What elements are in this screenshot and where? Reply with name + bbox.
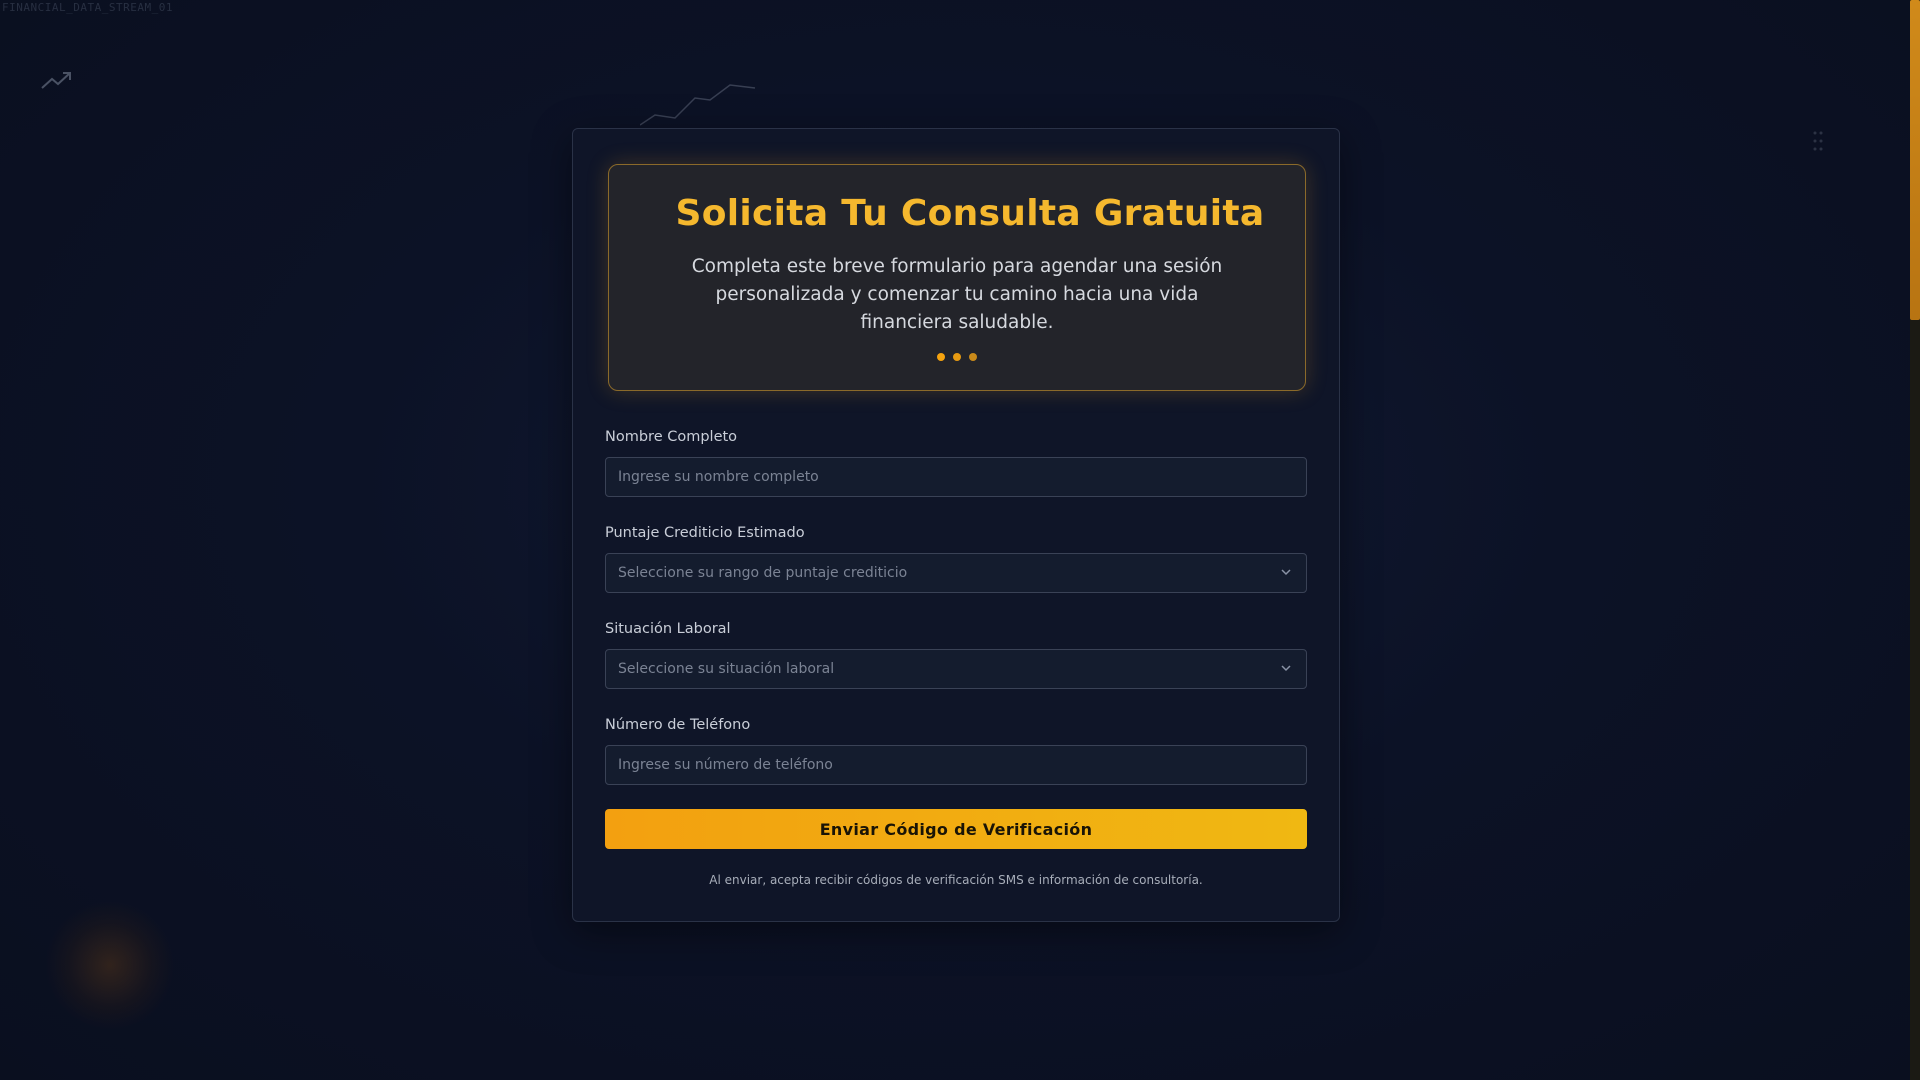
- hero-subtitle: Completa este breve formulario para agen…: [691, 256, 1223, 333]
- hero-title: Solicita Tu Consulta Gratuita: [675, 193, 1265, 234]
- background-chart-line-icon: [640, 84, 756, 126]
- full-name-input[interactable]: [606, 458, 1306, 496]
- background-glow: [45, 900, 175, 1030]
- background-dots-icon: [1813, 131, 1823, 151]
- scrollbar-thumb[interactable]: [1910, 0, 1920, 320]
- consent-disclaimer: Al enviar, acepta recibir códigos de ver…: [709, 873, 1203, 887]
- trending-up-icon: [41, 72, 71, 89]
- chevron-down-icon: [1281, 665, 1291, 672]
- employment-select[interactable]: Seleccione su situación laboral: [605, 649, 1307, 689]
- phone-field-wrapper: [605, 745, 1307, 785]
- credit-score-selected: Seleccione su rango de puntaje creditici…: [618, 565, 908, 581]
- hero-dot: [937, 353, 945, 361]
- name-field-wrapper: [605, 457, 1307, 497]
- phone-label: Número de Teléfono: [605, 717, 751, 733]
- hero-dot: [953, 353, 961, 361]
- phone-input[interactable]: [606, 746, 1306, 784]
- hero-dots: [609, 353, 1305, 361]
- credit-score-label: Puntaje Crediticio Estimado: [605, 525, 805, 541]
- send-verification-code-button[interactable]: Enviar Código de Verificación: [605, 809, 1307, 849]
- page-scrollbar[interactable]: [1910, 0, 1920, 1080]
- credit-score-select[interactable]: Seleccione su rango de puntaje creditici…: [605, 553, 1307, 593]
- background-watermark: FINANCIAL_DATA_STREAM_01: [2, 1, 173, 14]
- name-label: Nombre Completo: [605, 429, 738, 445]
- employment-selected: Seleccione su situación laboral: [618, 661, 835, 677]
- page-background: FINANCIAL_DATA_STREAM_01 Solicita Tu Con…: [0, 0, 1920, 1080]
- chevron-down-icon: [1281, 569, 1291, 576]
- hero-banner: Solicita Tu Consulta Gratuita Completa e…: [608, 164, 1306, 391]
- consultation-form-card: Solicita Tu Consulta Gratuita Completa e…: [572, 128, 1340, 922]
- hero-dot: [969, 353, 977, 361]
- employment-label: Situación Laboral: [605, 621, 731, 637]
